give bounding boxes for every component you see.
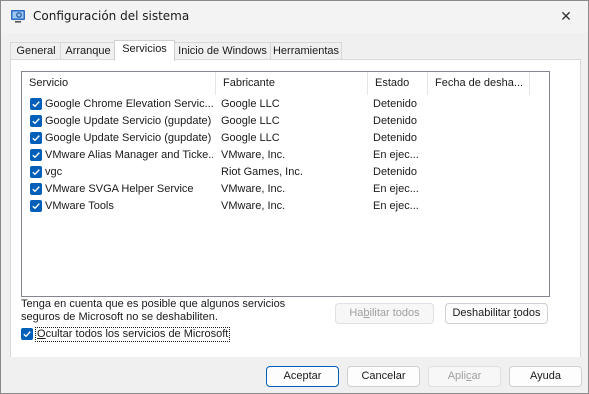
table-row[interactable]: VMware Alias Manager and Ticke... VMware… (22, 147, 549, 164)
service-name: Google Chrome Elevation Servic... (45, 98, 213, 110)
service-checkbox[interactable] (30, 200, 42, 212)
enable-all-label-part: Ha (349, 307, 364, 319)
table-row[interactable]: vgc Riot Games, Inc. Detenido (22, 164, 549, 181)
tab-windows-startup[interactable]: Inicio de Windows (173, 42, 272, 60)
service-vendor: Google LLC (221, 132, 280, 144)
service-vendor: Google LLC (221, 115, 280, 127)
close-icon: ✕ (560, 9, 572, 25)
service-rows: Google Chrome Elevation Servic... Google… (22, 96, 549, 215)
service-name: VMware Alias Manager and Ticke... (45, 149, 213, 161)
service-checkbox[interactable] (30, 98, 42, 110)
service-status: En ejec... (373, 200, 419, 212)
apply-label-rest: ar (471, 370, 482, 382)
service-checkbox[interactable] (30, 149, 42, 161)
disable-all-label-rest: odos (516, 307, 541, 319)
tab-startup[interactable]: Arranque (60, 42, 116, 60)
service-name: VMware SVGA Helper Service (45, 183, 194, 195)
service-status: Detenido (373, 115, 418, 127)
table-row[interactable]: VMware Tools VMware, Inc. En ejec... (22, 198, 549, 215)
ok-button[interactable]: Aceptar (266, 366, 339, 387)
window-title: Configuración del sistema (33, 9, 190, 23)
services-list[interactable]: Servicio Fabricante Estado Fecha de desh… (21, 71, 550, 297)
service-checkbox[interactable] (30, 183, 42, 195)
service-status: Detenido (373, 132, 418, 144)
column-header-service[interactable]: Servicio (22, 72, 216, 95)
tab-services[interactable]: Servicios (114, 40, 175, 61)
service-vendor: Riot Games, Inc. (221, 166, 303, 178)
checkmark-icon (32, 118, 40, 125)
hide-ms-label-accel: O (37, 327, 46, 340)
list-header: Servicio Fabricante Estado Fecha de desh… (22, 72, 549, 95)
table-row[interactable]: Google Chrome Elevation Servic... Google… (22, 96, 549, 113)
enable-all-button[interactable]: Habilitar todos (335, 303, 434, 324)
apply-label-part: Apli (447, 370, 467, 382)
service-vendor: Google LLC (221, 98, 280, 110)
system-config-window: Configuración del sistema ✕ General Arra… (0, 0, 589, 394)
service-name: Google Update Servicio (gupdate) (45, 115, 212, 127)
hide-ms-label-rest: cultar todos los servicios de Microsoft (45, 327, 229, 340)
system-config-icon (11, 10, 25, 23)
note-line-2: seguros de Microsoft no se deshabiliten. (21, 311, 218, 323)
table-row[interactable]: Google Update Servicio (gupdate) Google … (22, 113, 549, 130)
service-checkbox[interactable] (30, 132, 42, 144)
service-status: Detenido (373, 98, 418, 110)
service-vendor: VMware, Inc. (221, 183, 286, 195)
title-bar: Configuración del sistema ✕ (1, 1, 588, 33)
close-button[interactable]: ✕ (544, 1, 588, 33)
hide-microsoft-services-toggle[interactable]: Ocultar todos los servicios de Microsoft (21, 326, 231, 342)
checkmark-icon (32, 152, 40, 159)
cancel-button[interactable]: Cancelar (347, 366, 420, 387)
column-header-status[interactable]: Estado (368, 72, 428, 95)
disable-all-button[interactable]: Deshabilitar todos (445, 303, 548, 324)
disable-all-label-part: Deshabilitar (452, 307, 514, 319)
service-name: Google Update Servicio (gupdate) (45, 132, 212, 144)
table-row[interactable]: Google Update Servicio (gupdate) Google … (22, 130, 549, 147)
service-vendor: VMware, Inc. (221, 200, 286, 212)
service-checkbox[interactable] (30, 166, 42, 178)
service-checkbox[interactable] (30, 115, 42, 127)
column-header-disabled-date[interactable]: Fecha de desha... (428, 72, 530, 95)
enable-all-label-rest: ilitar todos (369, 307, 420, 319)
checkmark-icon (32, 135, 40, 142)
hide-microsoft-services-label: Ocultar todos los servicios de Microsoft (35, 326, 231, 342)
checkmark-icon (23, 331, 31, 338)
service-status: En ejec... (373, 183, 419, 195)
apply-button[interactable]: Aplicar (428, 366, 501, 387)
service-status: Detenido (373, 166, 418, 178)
table-row[interactable]: VMware SVGA Helper Service VMware, Inc. … (22, 181, 549, 198)
checkmark-icon (32, 203, 40, 210)
tab-tools[interactable]: Herramientas (270, 42, 342, 60)
service-vendor: VMware, Inc. (221, 149, 286, 161)
note-line-1: Tenga en cuenta que es posible que algun… (21, 298, 286, 310)
hide-microsoft-services-checkbox[interactable] (21, 328, 33, 340)
checkmark-icon (32, 101, 40, 108)
service-status: En ejec... (373, 149, 419, 161)
help-button[interactable]: Ayuda (509, 366, 582, 387)
checkmark-icon (32, 169, 40, 176)
service-name: vgc (45, 166, 63, 178)
column-header-vendor[interactable]: Fabricante (216, 72, 368, 95)
checkmark-icon (32, 186, 40, 193)
tab-general[interactable]: General (10, 42, 62, 60)
microsoft-services-note: Tenga en cuenta que es posible que algun… (21, 298, 321, 324)
service-name: VMware Tools (45, 200, 114, 212)
